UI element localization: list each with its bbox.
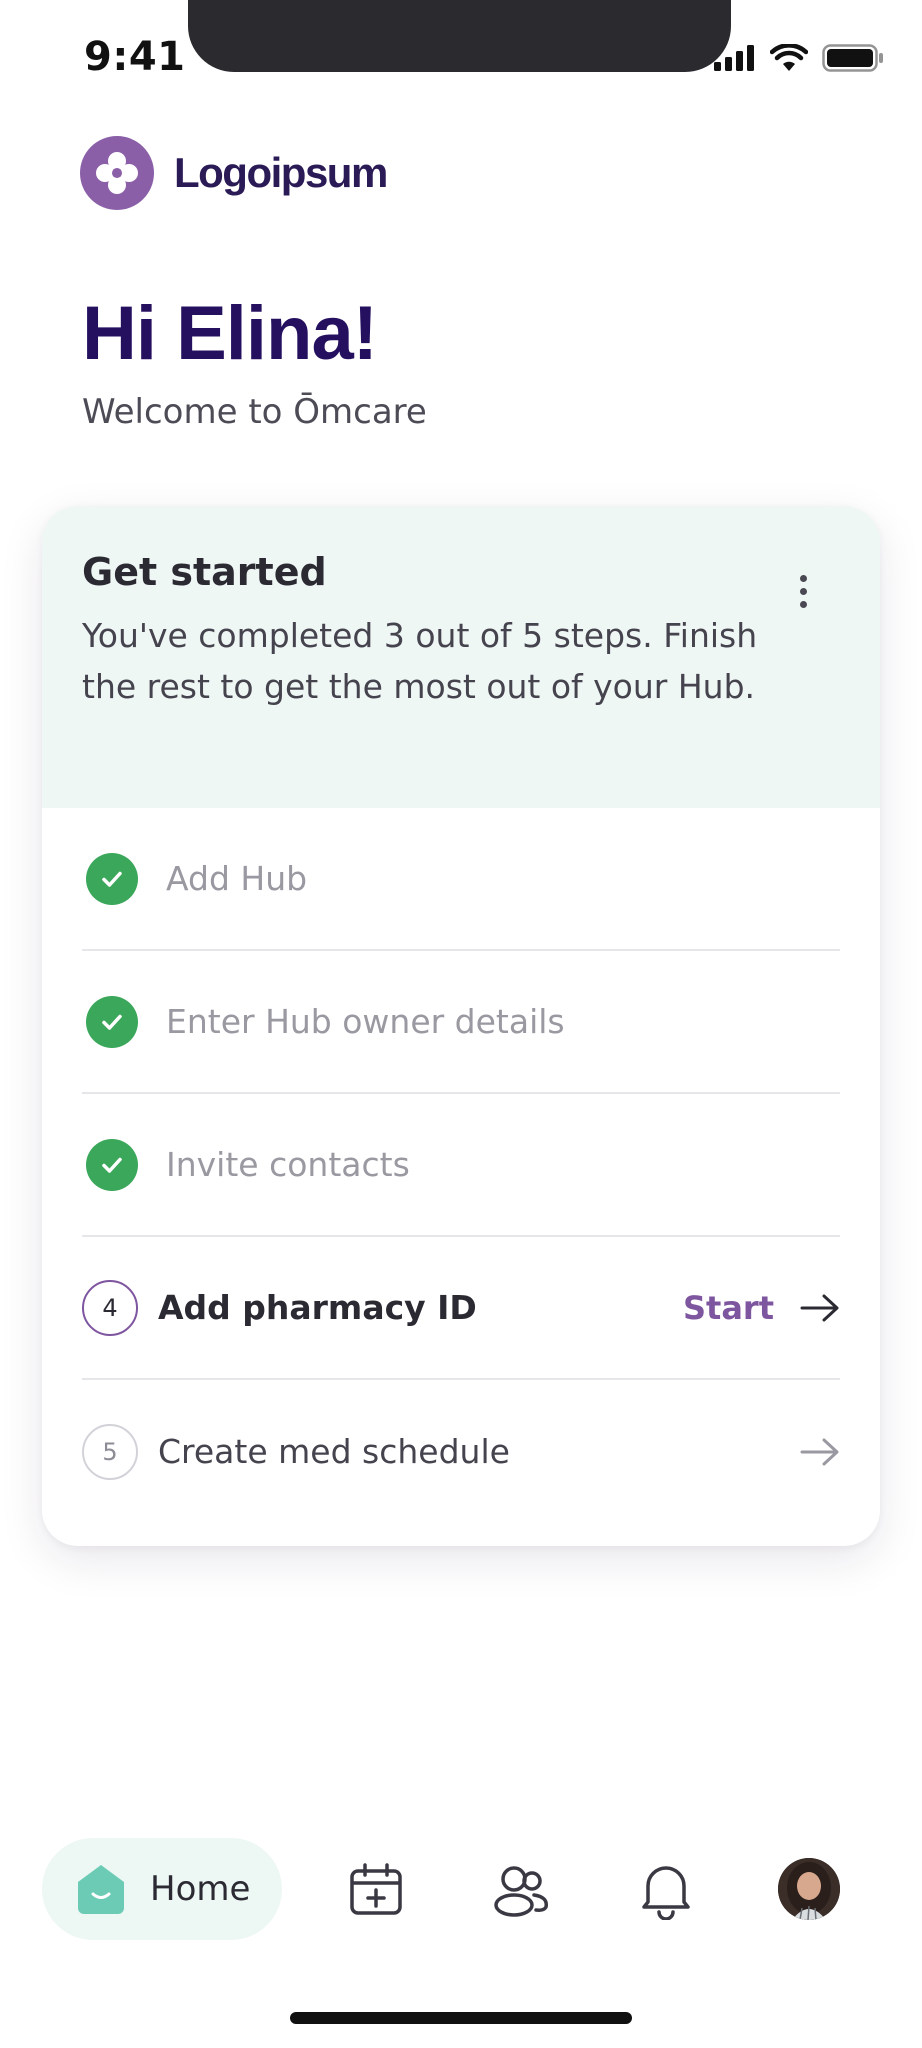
home-icon xyxy=(78,1865,124,1914)
bottom-tab-bar: Home xyxy=(0,1838,922,1942)
step-number-badge: 4 xyxy=(82,1279,138,1336)
arrow-right-icon xyxy=(800,1294,839,1321)
more-options-icon[interactable] xyxy=(788,566,818,616)
tab-home[interactable]: Home xyxy=(42,1838,282,1940)
battery-icon xyxy=(822,44,883,72)
bell-icon[interactable] xyxy=(636,1860,696,1920)
check-icon xyxy=(86,995,138,1048)
greeting-subtitle: Welcome to Ōmcare xyxy=(82,392,427,432)
calendar-add-icon[interactable] xyxy=(346,1860,406,1920)
get-started-card: Get started You've completed 3 out of 5 … xyxy=(42,506,880,1546)
card-title: Get started xyxy=(82,550,327,594)
step-label: Create med schedule xyxy=(158,1432,510,1471)
step-hub-owner-details: Enter Hub owner details xyxy=(82,951,840,1094)
step-create-med-schedule[interactable]: 5 Create med schedule xyxy=(82,1380,840,1523)
status-bar: 9:41 xyxy=(0,0,922,120)
brand-name: Logoipsum xyxy=(174,149,388,196)
step-number-badge: 5 xyxy=(82,1423,138,1480)
step-label: Add pharmacy ID xyxy=(158,1288,477,1327)
step-invite-contacts: Invite contacts xyxy=(82,1094,840,1237)
check-icon xyxy=(86,852,138,905)
start-button[interactable]: Start xyxy=(683,1289,840,1327)
brand-logo: Logoipsum xyxy=(80,136,388,210)
check-icon xyxy=(86,1138,138,1191)
step-add-pharmacy-id[interactable]: 4 Add pharmacy ID Start xyxy=(82,1237,840,1380)
arrow-right-icon[interactable] xyxy=(800,1437,840,1467)
step-add-hub: Add Hub xyxy=(82,808,840,951)
home-indicator xyxy=(290,2012,632,2024)
tab-home-label: Home xyxy=(150,1869,251,1909)
greeting-title: Hi Elina! xyxy=(82,291,378,376)
status-time: 9:41 xyxy=(84,34,186,80)
card-description: You've completed 3 out of 5 steps. Finis… xyxy=(82,616,758,706)
card-header: Get started You've completed 3 out of 5 … xyxy=(42,506,880,808)
signal-icon xyxy=(714,45,754,71)
step-label: Invite contacts xyxy=(166,1145,410,1184)
logo-mark-icon xyxy=(80,136,154,210)
step-label: Enter Hub owner details xyxy=(166,1002,565,1041)
step-label: Add Hub xyxy=(166,859,308,898)
device-notch xyxy=(188,0,731,72)
contacts-icon[interactable] xyxy=(492,1860,552,1920)
steps-list: Add Hub Enter Hub owner details Invite c… xyxy=(82,808,840,1523)
profile-avatar[interactable] xyxy=(778,1858,840,1920)
wifi-icon xyxy=(770,44,808,71)
start-label: Start xyxy=(682,1288,774,1327)
status-icons xyxy=(714,44,884,72)
